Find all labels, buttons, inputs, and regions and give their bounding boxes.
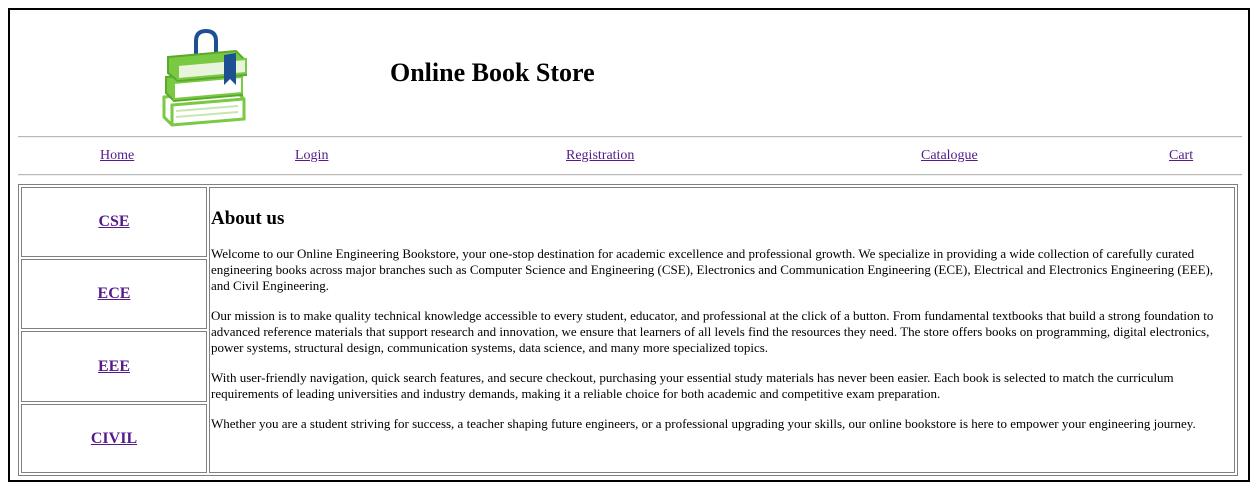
nav-link-home[interactable]: Home bbox=[100, 148, 134, 164]
about-title: About us bbox=[211, 208, 285, 229]
page-frame: Online Book Store Home Login Registratio… bbox=[8, 8, 1250, 482]
branch-link-ece[interactable]: ECE bbox=[98, 285, 131, 303]
header: Online Book Store bbox=[10, 10, 1248, 136]
branch-cell-ece: ECE bbox=[21, 259, 207, 329]
about-paragraph: Our mission is to make quality technical… bbox=[211, 308, 1214, 355]
content-table: CSE ECE EEE CIVIL About us Welcome to ou… bbox=[18, 184, 1238, 476]
about-paragraph: Welcome to our Online Engineering Bookst… bbox=[211, 246, 1214, 293]
main-nav: Home Login Registration Catalogue Cart bbox=[10, 148, 1248, 170]
site-title: Online Book Store bbox=[390, 58, 595, 87]
about-paragraph: Whether you are a student striving for s… bbox=[211, 416, 1196, 431]
branch-link-civil[interactable]: CIVIL bbox=[91, 430, 137, 448]
nav-link-login[interactable]: Login bbox=[295, 148, 328, 164]
branch-link-eee[interactable]: EEE bbox=[98, 358, 130, 376]
nav-link-registration[interactable]: Registration bbox=[566, 148, 634, 164]
branch-cell-eee: EEE bbox=[21, 331, 207, 402]
branch-cell-cse: CSE bbox=[21, 187, 207, 257]
books-stack-icon bbox=[160, 27, 256, 131]
about-section: About us Welcome to our Online Engineeri… bbox=[209, 187, 1235, 473]
header-divider bbox=[18, 136, 1242, 138]
about-paragraph: With user-friendly navigation, quick sea… bbox=[211, 370, 1174, 401]
nav-link-cart[interactable]: Cart bbox=[1169, 148, 1193, 164]
nav-divider bbox=[18, 174, 1242, 176]
nav-link-catalogue[interactable]: Catalogue bbox=[921, 148, 978, 164]
branch-link-cse[interactable]: CSE bbox=[98, 213, 129, 231]
branch-sidebar: CSE ECE EEE CIVIL bbox=[21, 187, 207, 473]
branch-cell-civil: CIVIL bbox=[21, 404, 207, 473]
